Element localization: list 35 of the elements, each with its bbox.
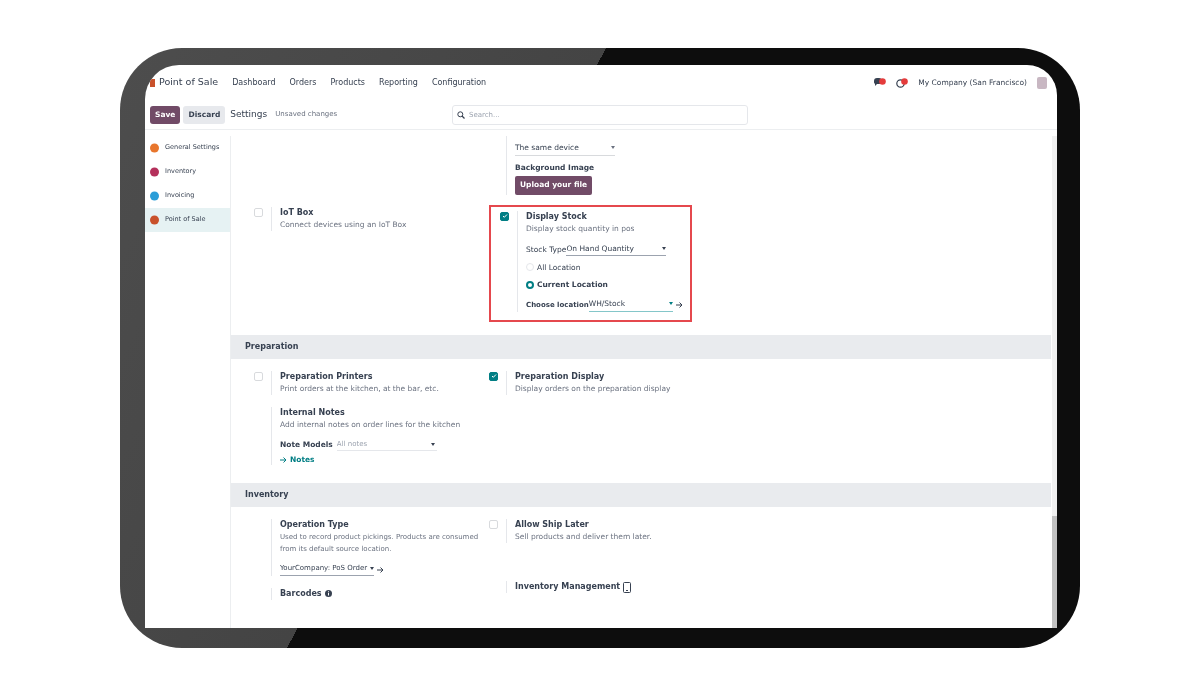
arrow-icon[interactable]	[377, 566, 385, 573]
section-header: Preparation	[231, 334, 1051, 359]
arrow-icon[interactable]	[675, 301, 683, 308]
setting-title: IoT Box	[280, 207, 314, 219]
app-name[interactable]: Point of Sale	[159, 75, 219, 90]
radio-button[interactable]	[526, 280, 534, 289]
caret-icon	[611, 146, 615, 150]
arrow-icon	[280, 456, 287, 463]
caret-icon	[668, 302, 673, 306]
caret-icon	[662, 246, 667, 250]
checkbox[interactable]	[489, 371, 498, 381]
setting-title: Preparation Display	[515, 370, 605, 383]
setting-title: Barcodes	[280, 587, 322, 600]
menu-item[interactable]: Reporting	[379, 76, 418, 89]
phone-icon	[623, 581, 632, 593]
chat-icon[interactable]	[874, 77, 887, 88]
page-title: Settings	[230, 107, 268, 121]
search-icon	[457, 110, 465, 119]
setting-title: Preparation Printers	[280, 370, 373, 383]
checkbox[interactable]	[500, 211, 509, 221]
setting-title: Operation Type	[280, 519, 349, 532]
menu-item[interactable]: Products	[330, 76, 365, 89]
section-header: Inventory	[231, 483, 1051, 508]
menu-item[interactable]: Configuration	[431, 76, 487, 89]
info-icon[interactable]	[324, 590, 332, 598]
menu-item[interactable]: Dashboard	[232, 76, 276, 89]
setting-title: Internal Notes	[280, 406, 345, 419]
menu-item[interactable]: Orders	[289, 76, 317, 89]
clock-icon[interactable]	[896, 77, 909, 88]
app-icon	[150, 77, 155, 88]
caret-icon	[370, 567, 375, 570]
setting-title: Inventory Management	[515, 581, 621, 594]
caret-icon	[430, 442, 435, 446]
setting-title: Display Stock	[526, 210, 587, 223]
setting-title: Allow Ship Later	[515, 519, 589, 532]
